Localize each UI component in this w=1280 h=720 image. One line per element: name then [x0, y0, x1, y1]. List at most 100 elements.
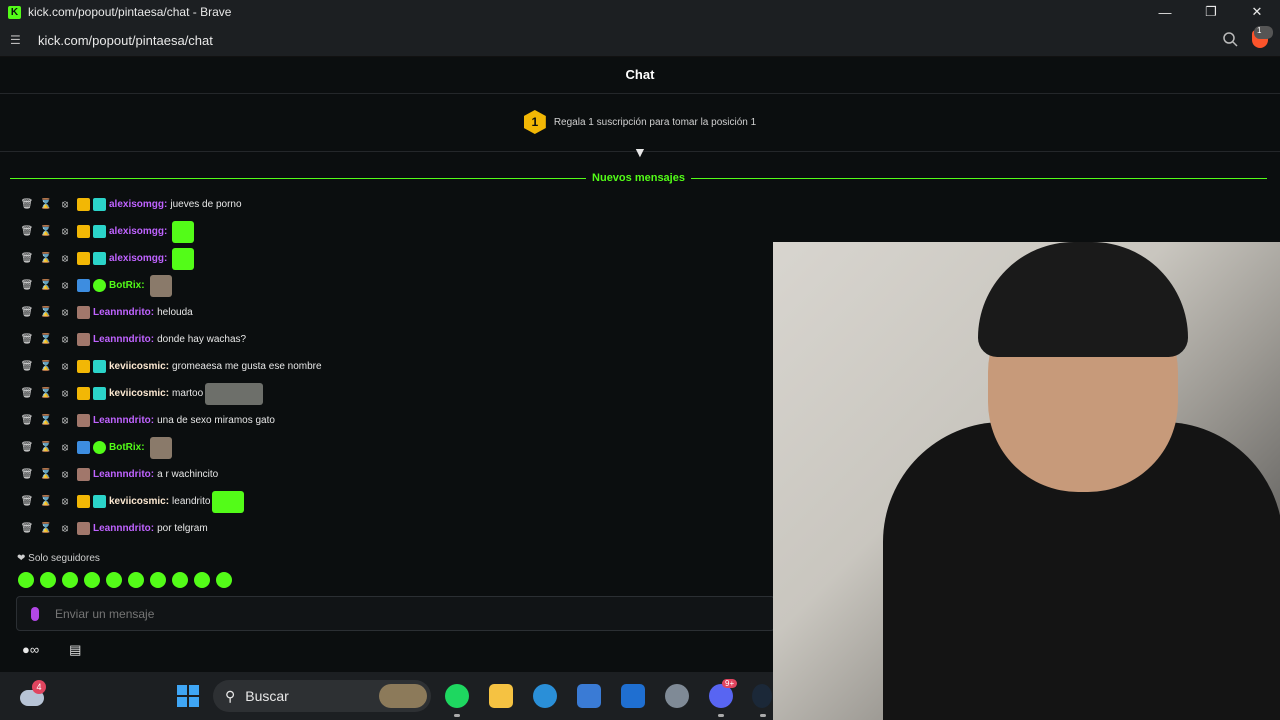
emote-icon[interactable] — [106, 572, 122, 588]
ban-icon[interactable]: ⦻ — [58, 361, 72, 372]
username[interactable]: keviicosmic: — [109, 496, 169, 507]
delete-icon[interactable]: 🗑 — [20, 442, 34, 453]
ban-icon[interactable]: ⦻ — [58, 523, 72, 534]
mic-icon[interactable] — [31, 606, 39, 621]
chat-message: 🗑 ⌛ ⦻ Leannndrito: una de sexo miramos gat… — [20, 407, 760, 434]
chat-message: 🗑 ⌛ ⦻ Leannndrito: helouda — [20, 299, 760, 326]
timeout-icon[interactable]: ⌛ — [39, 469, 53, 480]
ban-icon[interactable]: ⦻ — [58, 442, 72, 453]
edge-icon[interactable] — [533, 684, 557, 708]
username[interactable]: keviicosmic: — [109, 361, 169, 372]
timeout-icon[interactable]: ⌛ — [39, 226, 53, 237]
emote-icon[interactable] — [172, 572, 188, 588]
username[interactable]: alexisomgg: — [109, 199, 167, 210]
minimize-button[interactable]: — — [1142, 0, 1188, 24]
timeout-icon[interactable]: ⌛ — [39, 496, 53, 507]
spotify-icon[interactable] — [445, 684, 469, 708]
ban-icon[interactable]: ⦻ — [58, 334, 72, 345]
emote-icon[interactable] — [18, 572, 34, 588]
url-text[interactable]: kick.com/popout/pintaesa/chat — [38, 33, 213, 48]
delete-icon[interactable]: 🗑 — [20, 226, 34, 237]
discord-badge: 9+ — [722, 679, 738, 688]
emote-icon[interactable] — [128, 572, 144, 588]
delete-icon[interactable]: 🗑 — [20, 496, 34, 507]
delete-icon[interactable]: 🗑 — [20, 361, 34, 372]
timeout-icon[interactable]: ⌛ — [39, 280, 53, 291]
store-app-icon[interactable] — [577, 684, 601, 708]
weather-widget-icon[interactable]: 4 — [20, 680, 46, 706]
chat-message: 🗑 ⌛ ⦻ keviicosmic: leandrito — [20, 488, 760, 515]
chat-message: 🗑 ⌛ ⦻ BotRix: — [20, 272, 760, 299]
emote-icon[interactable] — [150, 572, 166, 588]
delete-icon[interactable]: 🗑 — [20, 280, 34, 291]
zoom-icon[interactable] — [1222, 31, 1238, 47]
emote-icon — [172, 220, 195, 243]
gifter-badge-icon — [77, 522, 90, 535]
store-icon[interactable]: ▤ — [69, 642, 81, 658]
username[interactable]: alexisomgg: — [109, 253, 167, 264]
close-button[interactable]: ✕ — [1234, 0, 1280, 24]
subscriber-badge-icon — [93, 252, 106, 265]
timeout-icon[interactable]: ⌛ — [39, 199, 53, 210]
chat-input-box[interactable] — [16, 596, 775, 631]
ban-icon[interactable]: ⦻ — [58, 280, 72, 291]
delete-icon[interactable]: 🗑 — [20, 415, 34, 426]
emote-icon[interactable] — [62, 572, 78, 588]
delete-icon[interactable]: 🗑 — [20, 199, 34, 210]
founder-badge-icon — [77, 495, 90, 508]
delete-icon[interactable]: 🗑 — [20, 388, 34, 399]
ban-icon[interactable]: ⦻ — [58, 388, 72, 399]
emote-icon[interactable] — [216, 572, 232, 588]
delete-icon[interactable]: 🗑 — [20, 469, 34, 480]
ban-icon[interactable]: ⦻ — [58, 415, 72, 426]
chat-message: 🗑 ⌛ ⦻ Leannndrito: donde hay wachas? — [20, 326, 760, 353]
timeout-icon[interactable]: ⌛ — [39, 361, 53, 372]
delete-icon[interactable]: 🗑 — [20, 307, 34, 318]
brave-shields-icon[interactable]: 1 — [1252, 26, 1273, 48]
chat-message: 🗑 ⌛ ⦻ alexisomgg: jueves de porno — [20, 191, 760, 218]
timeout-icon[interactable]: ⌛ — [39, 415, 53, 426]
delete-icon[interactable]: 🗑 — [20, 523, 34, 534]
site-settings-icon[interactable]: ☰ — [10, 33, 24, 47]
timeout-icon[interactable]: ⌛ — [39, 388, 53, 399]
username[interactable]: Leannndrito: — [93, 415, 154, 426]
maximize-button[interactable]: ❐ — [1188, 0, 1234, 24]
username[interactable]: BotRix: — [109, 442, 145, 453]
username[interactable]: alexisomgg: — [109, 226, 167, 237]
outlook-icon[interactable] — [621, 684, 645, 708]
timeout-icon[interactable]: ⌛ — [39, 442, 53, 453]
emote-icon[interactable] — [84, 572, 100, 588]
message-input[interactable] — [53, 605, 707, 622]
delete-icon[interactable]: 🗑 — [20, 334, 34, 345]
chat-message: 🗑 ⌛ ⦻ keviicosmic: martoo — [20, 380, 760, 407]
emote-icon[interactable] — [40, 572, 56, 588]
address-bar[interactable]: ☰ kick.com/popout/pintaesa/chat 1 — [0, 24, 1280, 57]
timeout-icon[interactable]: ⌛ — [39, 523, 53, 534]
username[interactable]: Leannndrito: — [93, 469, 154, 480]
timeout-icon[interactable]: ⌛ — [39, 334, 53, 345]
connections-icon[interactable]: ●∞ — [22, 642, 39, 658]
username[interactable]: Leannndrito: — [93, 307, 154, 318]
window-title: kick.com/popout/pintaesa/chat - Brave — [28, 5, 232, 19]
emote-icon[interactable] — [194, 572, 210, 588]
ban-icon[interactable]: ⦻ — [58, 496, 72, 507]
timeout-icon[interactable]: ⌛ — [39, 307, 53, 318]
ban-icon[interactable]: ⦻ — [58, 199, 72, 210]
username[interactable]: Leannndrito: — [93, 523, 154, 534]
file-explorer-icon[interactable] — [489, 684, 513, 708]
ban-icon[interactable]: ⦻ — [58, 469, 72, 480]
username[interactable]: BotRix: — [109, 280, 145, 291]
ban-icon[interactable]: ⦻ — [58, 226, 72, 237]
start-button[interactable] — [177, 685, 199, 707]
scroll-down-icon[interactable]: ▼ — [633, 144, 647, 160]
timeout-icon[interactable]: ⌛ — [39, 253, 53, 264]
username[interactable]: Leannndrito: — [93, 334, 154, 345]
taskbar-search[interactable]: ⚲ Buscar — [213, 680, 431, 712]
ban-icon[interactable]: ⦻ — [58, 253, 72, 264]
username[interactable]: keviicosmic: — [109, 388, 169, 399]
ban-icon[interactable]: ⦻ — [58, 307, 72, 318]
verified-badge-icon — [93, 279, 106, 292]
steam-icon[interactable] — [752, 684, 772, 708]
settings-icon[interactable] — [665, 684, 689, 708]
delete-icon[interactable]: 🗑 — [20, 253, 34, 264]
